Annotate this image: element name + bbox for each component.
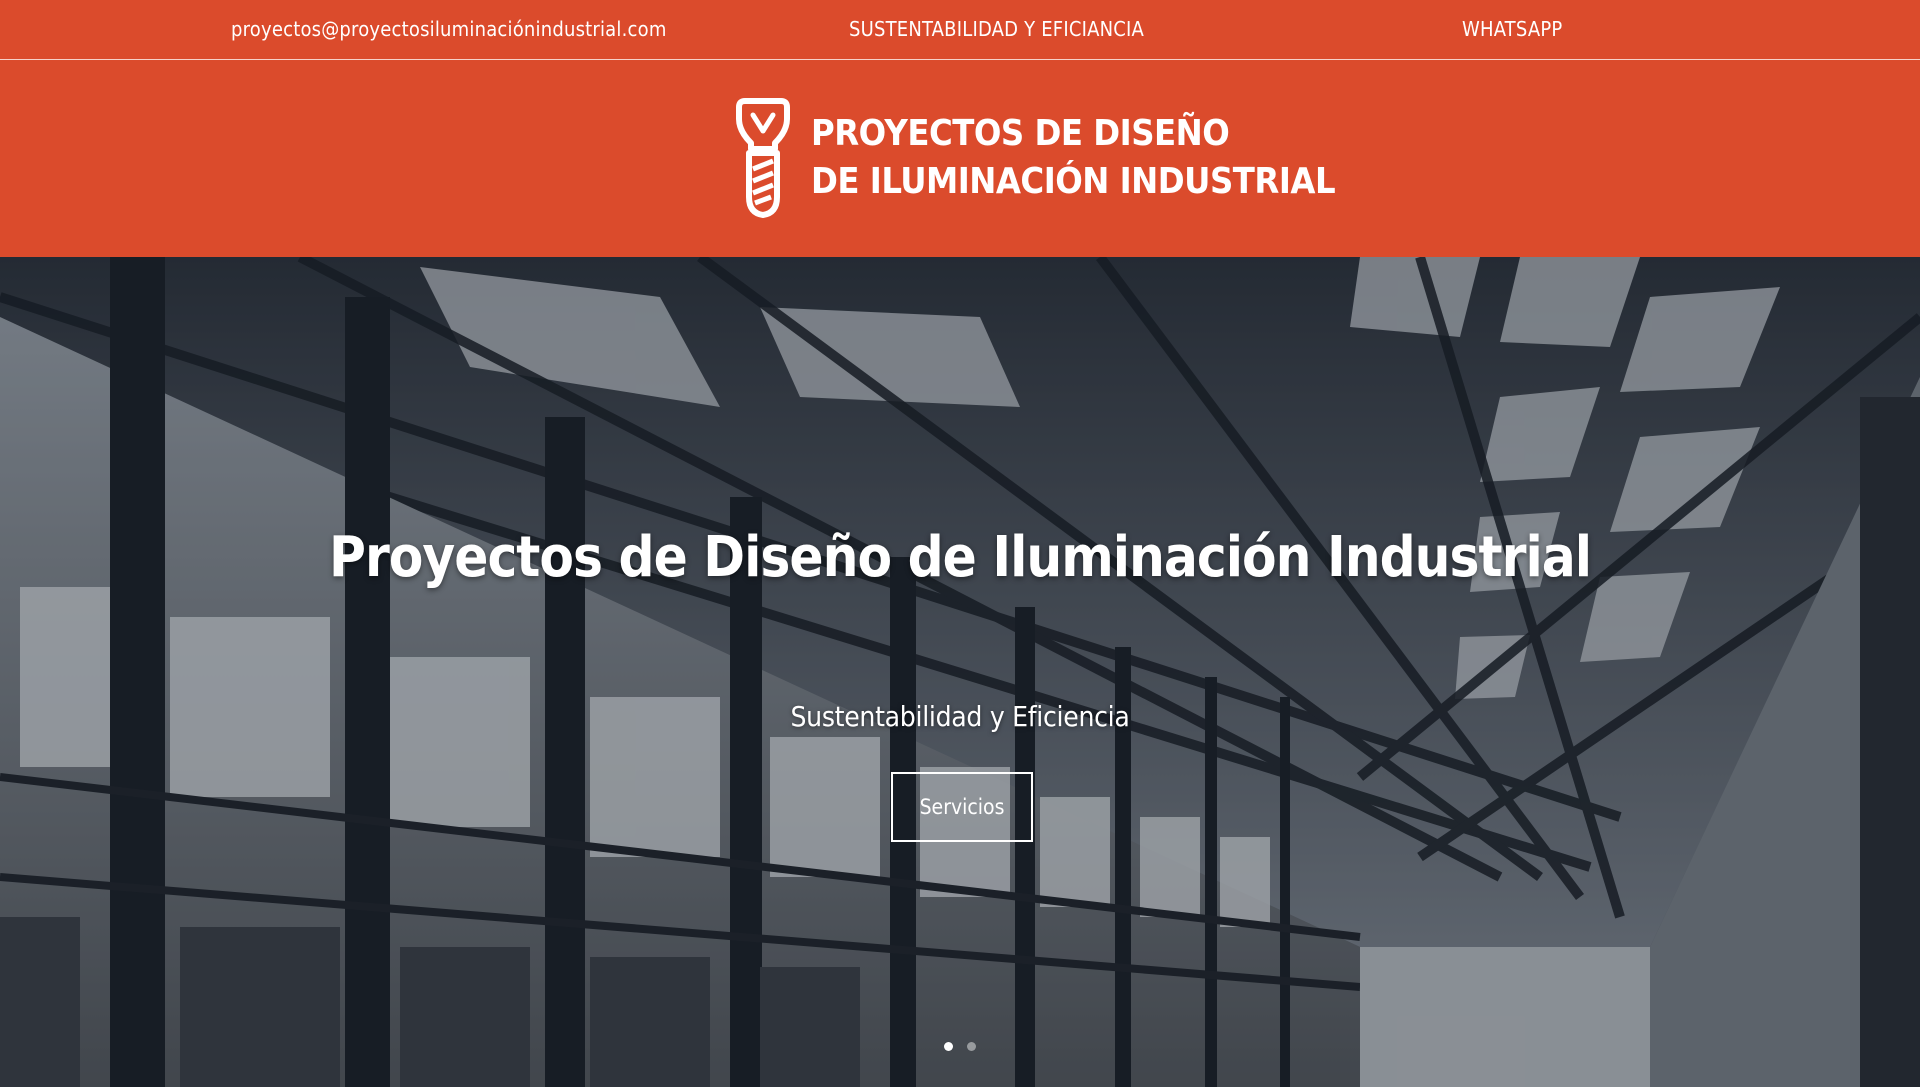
hero-overlay xyxy=(0,257,1920,1087)
slide-dot-1[interactable] xyxy=(944,1042,953,1051)
top-contact-bar: proyectos@proyectosiluminaciónindustrial… xyxy=(0,0,1920,60)
slider-pagination xyxy=(944,1042,976,1051)
site-logo[interactable]: PROYECTOS DE DISEÑO DE ILUMINACIÓN INDUS… xyxy=(731,97,1336,219)
services-button[interactable]: Servicios xyxy=(891,772,1033,842)
logo-line-2: DE ILUMINACIÓN INDUSTRIAL xyxy=(811,161,1336,202)
hero-slider: Proyectos de Diseño de Iluminación Indus… xyxy=(0,257,1920,1087)
hero-subtitle: Sustentabilidad y Eficiencia xyxy=(790,700,1130,733)
logo-wordmark: PROYECTOS DE DISEÑO DE ILUMINACIÓN INDUS… xyxy=(811,110,1336,206)
slide-dot-2[interactable] xyxy=(967,1042,976,1051)
whatsapp-link[interactable]: WHATSAPP xyxy=(1462,17,1562,41)
light-bulb-icon xyxy=(736,98,790,218)
site-header: PROYECTOS DE DISEÑO DE ILUMINACIÓN INDUS… xyxy=(0,60,1920,257)
logo-line-1: PROYECTOS DE DISEÑO xyxy=(811,113,1230,154)
hero-title: Proyectos de Diseño de Iluminación Indus… xyxy=(329,525,1592,590)
sustainability-link[interactable]: SUSTENTABILIDAD Y EFICIANCIA xyxy=(849,17,1144,41)
email-link[interactable]: proyectos@proyectosiluminaciónindustrial… xyxy=(231,17,667,41)
